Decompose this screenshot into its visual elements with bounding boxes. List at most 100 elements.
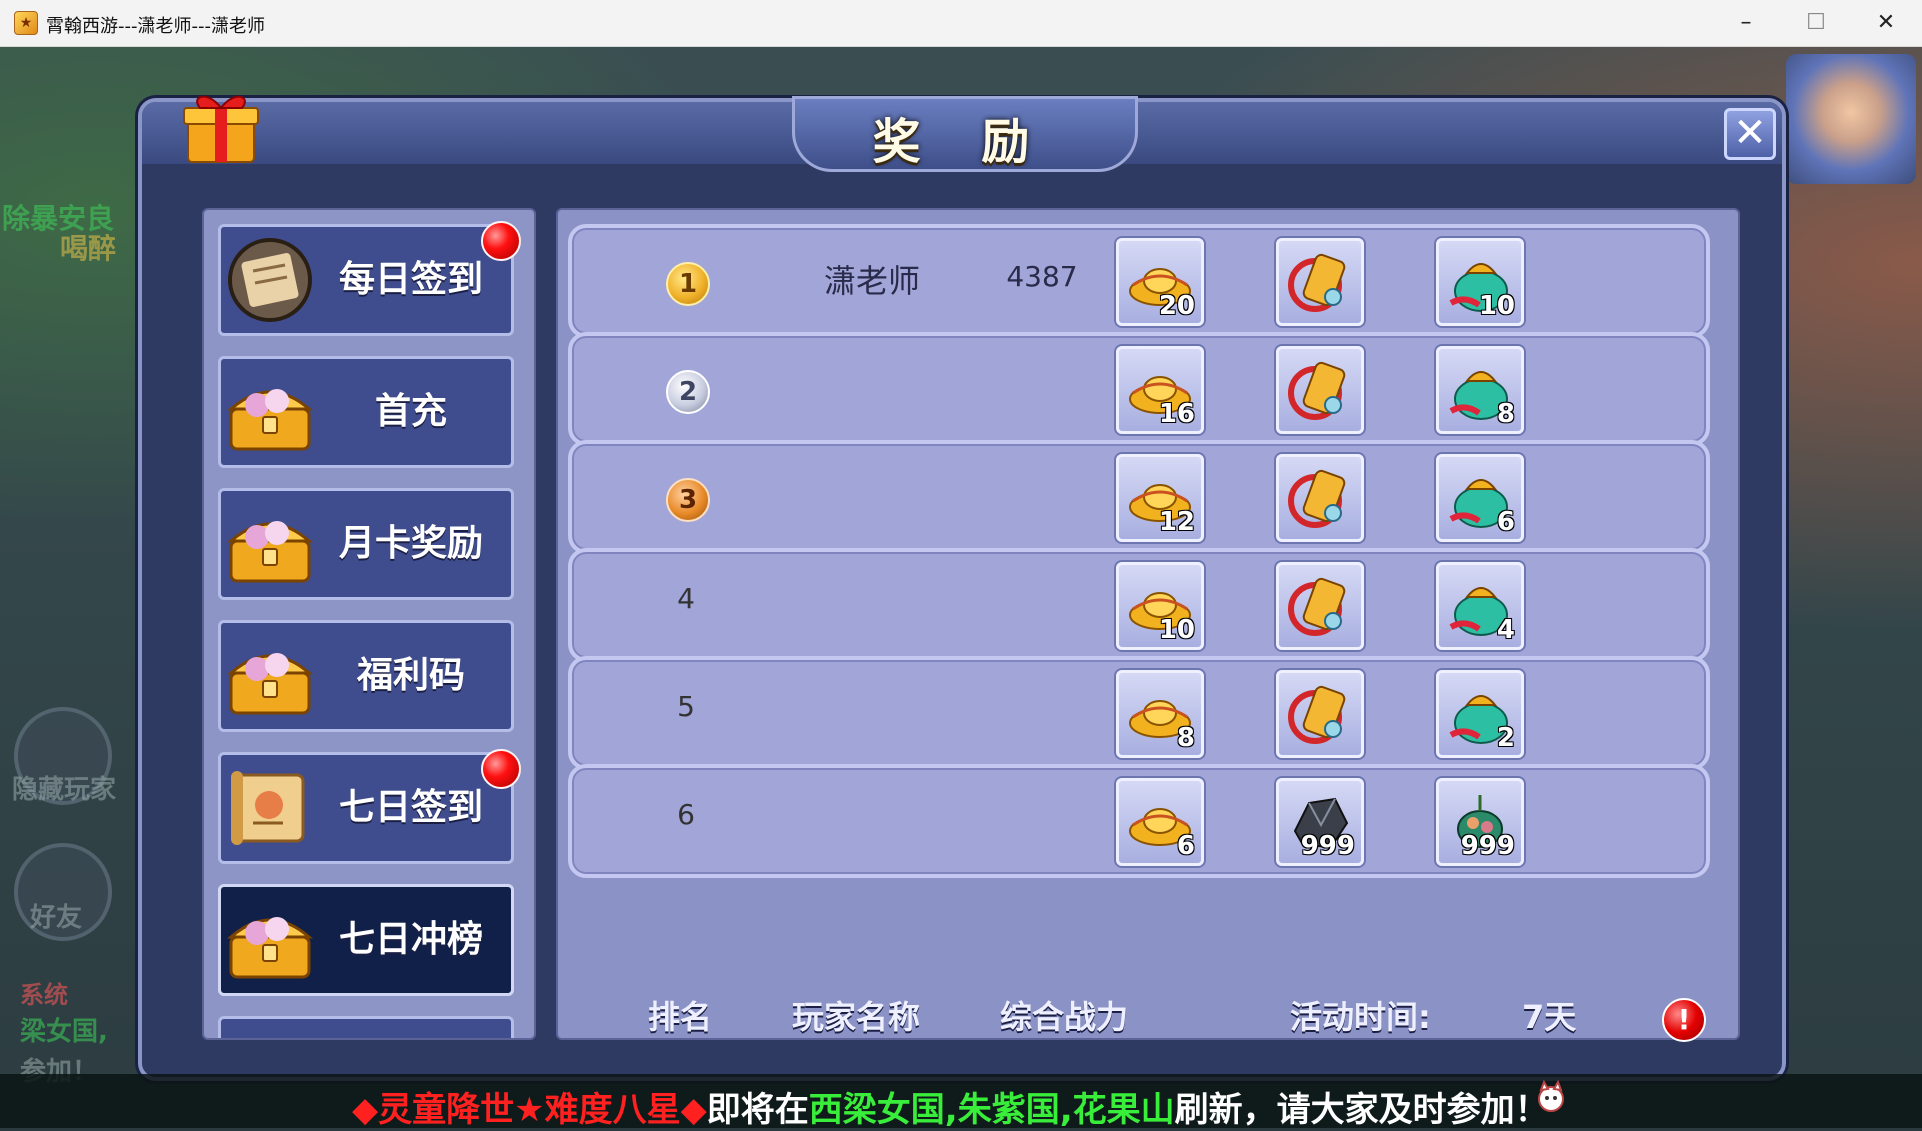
- sidebar-item-daily-sign[interactable]: 每日签到: [218, 221, 521, 336]
- window-close-button[interactable]: ✕: [1856, 4, 1916, 42]
- map-scroll-icon: [231, 771, 305, 845]
- ranking-row: 2 16 8: [568, 332, 1710, 446]
- notification-badge: [481, 221, 521, 261]
- reward-sidebar: 每日签到 首充 月卡奖励 福利码 七日签到 七日冲榜: [202, 208, 536, 1040]
- reward-count: 4: [1496, 615, 1515, 645]
- reward-slot[interactable]: 8: [1116, 670, 1204, 758]
- ranking-row: 4 10 4: [568, 548, 1710, 662]
- reward-slot[interactable]: [1276, 454, 1364, 542]
- reward-slot[interactable]: 16: [1116, 346, 1204, 434]
- announcement-event: ◆灵童降世★难度八星◆: [352, 1090, 707, 1130]
- chat-system-tag: 系统: [20, 981, 68, 1009]
- reward-slot[interactable]: [1276, 346, 1364, 434]
- reward-count: 20: [1158, 291, 1195, 321]
- minimize-button[interactable]: –: [1716, 4, 1776, 42]
- reward-slot[interactable]: [1276, 670, 1364, 758]
- reward-count: 2: [1496, 723, 1515, 753]
- sidebar-item-label: 七日冲榜: [338, 919, 483, 960]
- reward-slot[interactable]: 10: [1436, 238, 1524, 326]
- reward-slot[interactable]: 10: [1116, 562, 1204, 650]
- ranking-list: 1 潇老师 4387 20 10 2 16 8 3 12 6 4 10 4 5 …: [556, 208, 1740, 1040]
- scroll-sign-icon: [228, 238, 312, 322]
- window-titlebar: ★ 霄翰西游---潇老师---潇老师 – ☐ ✕: [0, 0, 1922, 47]
- sidebar-item-label: 月卡奖励: [338, 523, 483, 564]
- player-avatar[interactable]: [1786, 54, 1916, 184]
- gift-box-icon: [183, 95, 259, 163]
- announcement-text-2: 刷新，请大家及时参加！: [1174, 1090, 1549, 1130]
- notification-badge: [481, 749, 521, 789]
- rank-number: 4: [677, 582, 695, 615]
- ranking-row: 6 6 999 999: [568, 764, 1710, 878]
- reward-slot[interactable]: [1276, 238, 1364, 326]
- rank-number: 5: [677, 690, 695, 723]
- sidebar-item-label: 首充: [374, 391, 447, 432]
- reward-count: 999: [1460, 831, 1515, 861]
- chat-line-text: 梁女国,: [20, 1017, 108, 1047]
- reward-slot[interactable]: 4: [1436, 562, 1524, 650]
- info-alert-icon[interactable]: !: [1662, 998, 1706, 1042]
- window-title: 霄翰西游---潇老师---潇老师: [46, 16, 265, 37]
- reward-count: 999: [1300, 831, 1355, 861]
- sidebar-item-label: 七日签到: [338, 787, 483, 828]
- activity-time-label: 活动时间:: [1290, 998, 1431, 1036]
- panel-title: 奖 励: [872, 114, 1052, 170]
- reward-slot[interactable]: 999: [1276, 778, 1364, 866]
- announcement-locations: 西梁女国,朱紫国,花果山: [808, 1090, 1175, 1130]
- rank-number: 6: [677, 798, 695, 831]
- sidebar-item-label: 每日签到: [338, 259, 483, 300]
- reward-count: 10: [1158, 615, 1195, 645]
- reward-count: 12: [1158, 507, 1195, 537]
- reward-count: 16: [1158, 399, 1195, 429]
- reward-slot[interactable]: 6: [1436, 454, 1524, 542]
- reward-count: 8: [1496, 399, 1515, 429]
- silver-medal-icon: 2: [666, 370, 710, 414]
- maximize-button[interactable]: ☐: [1786, 4, 1846, 42]
- reward-slot[interactable]: 12: [1116, 454, 1204, 542]
- sidebar-item-seven-day-ranking[interactable]: 七日冲榜: [218, 884, 514, 996]
- reward-slot[interactable]: [1276, 562, 1364, 650]
- header-player-name: 玩家名称: [792, 998, 921, 1036]
- scroll-bundle-icon: [1288, 253, 1346, 312]
- combat-power: 4387: [1006, 260, 1078, 293]
- header-rank: 排名: [648, 998, 713, 1036]
- scroll-bundle-icon: [1288, 469, 1346, 528]
- scroll-bundle-icon: [1288, 577, 1346, 636]
- sidebar-item-seven-day-sign[interactable]: 七日签到: [218, 749, 521, 864]
- hide-players-label: 隐藏玩家: [12, 775, 117, 805]
- treasure-chest-icon: [226, 653, 314, 715]
- treasure-chest-icon: [226, 389, 314, 451]
- activity-time-value: 7天: [1522, 998, 1577, 1036]
- ranking-row: 3 12 6: [568, 440, 1710, 554]
- app-icon: ★: [14, 11, 38, 35]
- friends-label: 好友: [30, 903, 83, 933]
- sidebar-item-monthly-card[interactable]: 月卡奖励: [218, 488, 514, 600]
- reward-slot[interactable]: 20: [1116, 238, 1204, 326]
- scroll-bundle-icon: [1288, 685, 1346, 744]
- bg-status-text: 喝醉: [60, 232, 117, 265]
- announcement-text: ◆灵童降世★难度八星◆即将在西梁女国,朱紫国,花果山刷新，请大家及时参加！: [352, 1082, 1549, 1131]
- reward-panel: 奖 励 ✕ 每日签到 首充 月卡奖励 福利码 七日签到 七日冲榜 1 潇老师 4…: [138, 95, 1786, 1081]
- announcement-text-1: 即将在: [706, 1090, 809, 1130]
- reward-count: 8: [1176, 723, 1195, 753]
- ranking-row: 5 8 2: [568, 656, 1710, 770]
- sidebar-item-welfare-code[interactable]: 福利码: [218, 620, 514, 732]
- reward-count: 6: [1176, 831, 1195, 861]
- scroll-bundle-icon: [1288, 361, 1346, 420]
- reward-count: 6: [1496, 507, 1515, 537]
- sidebar-item-more[interactable]: [218, 1016, 514, 1038]
- ranking-row: 1 潇老师 4387 20 10: [568, 224, 1710, 338]
- reward-slot[interactable]: 2: [1436, 670, 1524, 758]
- announcement-bar: ◆灵童降世★难度八星◆即将在西梁女国,朱紫国,花果山刷新，请大家及时参加！: [0, 1074, 1922, 1131]
- reward-slot[interactable]: 8: [1436, 346, 1524, 434]
- header-combat-power: 综合战力: [1000, 998, 1129, 1036]
- cat-emoji-icon: [1538, 1080, 1564, 1112]
- player-name: 潇老师: [823, 262, 920, 300]
- reward-count: 10: [1478, 291, 1515, 321]
- panel-close-button[interactable]: ✕: [1724, 108, 1776, 160]
- sidebar-item-first-recharge[interactable]: 首充: [218, 356, 514, 468]
- bronze-medal-icon: 3: [666, 478, 710, 522]
- reward-slot[interactable]: 6: [1116, 778, 1204, 866]
- treasure-chest-icon: [226, 521, 314, 583]
- reward-slot[interactable]: 999: [1436, 778, 1524, 866]
- gold-medal-icon: 1: [666, 262, 710, 306]
